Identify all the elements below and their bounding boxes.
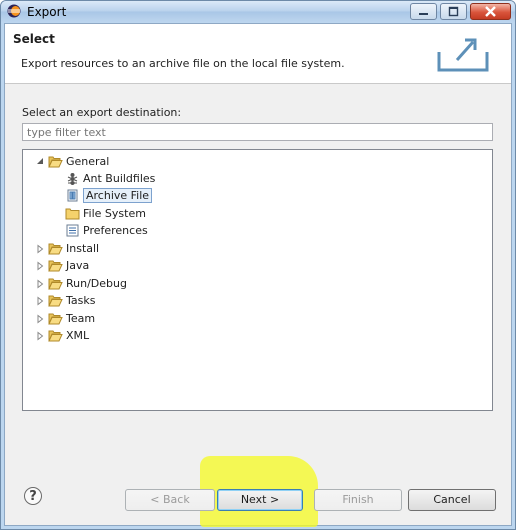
maximize-button[interactable] xyxy=(440,3,467,20)
folder-open-icon xyxy=(48,243,63,255)
ant-icon xyxy=(67,173,78,185)
page-title: Select xyxy=(13,32,55,46)
wizard-header: Select Export resources to an archive fi… xyxy=(5,24,511,84)
folder-open-icon xyxy=(48,278,63,290)
archive-file-icon xyxy=(67,189,78,202)
help-button[interactable]: ? xyxy=(24,487,42,505)
tree-node-label: Preferences xyxy=(83,224,148,237)
eclipse-icon xyxy=(7,4,21,18)
collapsed-arrow-icon[interactable] xyxy=(35,243,45,254)
collapsed-arrow-icon[interactable] xyxy=(35,260,45,271)
tree-node-archive-file[interactable]: Archive File xyxy=(65,187,153,204)
finish-button[interactable]: Finish xyxy=(314,489,402,511)
tree-node-tasks[interactable]: Tasks xyxy=(35,292,95,309)
folder-open-icon xyxy=(48,313,63,325)
tree-node-label: XML xyxy=(66,329,90,342)
tree-node-java[interactable]: Java xyxy=(35,257,89,274)
tree-node-label: Run/Debug xyxy=(66,277,127,290)
tree-node-preferences[interactable]: Preferences xyxy=(65,222,148,239)
destination-tree[interactable]: General Ant Buildfiles Archive File File… xyxy=(22,149,493,411)
minimize-button[interactable] xyxy=(410,3,437,20)
close-icon xyxy=(485,6,496,17)
collapsed-arrow-icon[interactable] xyxy=(35,278,45,289)
minimize-icon xyxy=(419,13,428,15)
folder-icon xyxy=(65,208,80,220)
folder-open-icon xyxy=(48,260,63,272)
collapsed-arrow-icon[interactable] xyxy=(35,295,45,306)
tree-node-team[interactable]: Team xyxy=(35,310,95,327)
folder-open-icon xyxy=(48,295,63,307)
tree-node-label: General xyxy=(66,155,110,168)
tree-node-file-system[interactable]: File System xyxy=(65,205,146,222)
tree-node-label: File System xyxy=(83,207,146,220)
export-dialog: Export Select Export resources to an arc… xyxy=(0,0,516,530)
back-button[interactable]: < Back xyxy=(125,489,215,511)
next-button[interactable]: Next > xyxy=(217,489,303,511)
export-wizard-banner-icon xyxy=(437,38,489,72)
tree-node-ant-buildfiles[interactable]: Ant Buildfiles xyxy=(65,170,155,187)
tree-node-general[interactable]: General xyxy=(35,153,109,170)
expanded-arrow-icon[interactable] xyxy=(35,157,45,167)
tree-node-label: Java xyxy=(66,259,90,272)
window-title: Export xyxy=(27,5,67,19)
maximize-icon xyxy=(448,6,459,17)
tree-node-label: Tasks xyxy=(66,294,96,307)
page-description: Export resources to an archive file on t… xyxy=(21,57,345,70)
collapsed-arrow-icon[interactable] xyxy=(35,313,45,324)
folder-open-icon xyxy=(48,330,63,342)
tree-node-label: Team xyxy=(66,312,96,325)
tree-node-label: Install xyxy=(66,242,100,255)
tree-node-xml[interactable]: XML xyxy=(35,327,89,344)
tree-node-run-debug[interactable]: Run/Debug xyxy=(35,275,127,292)
title-bar[interactable]: Export xyxy=(1,1,515,22)
filter-input[interactable] xyxy=(22,123,493,141)
dialog-content: Select Export resources to an archive fi… xyxy=(4,23,512,527)
close-button[interactable] xyxy=(470,3,511,20)
collapsed-arrow-icon[interactable] xyxy=(35,330,45,341)
cancel-button[interactable]: Cancel xyxy=(408,489,496,511)
folder-open-icon xyxy=(48,156,63,168)
tree-node-label: Ant Buildfiles xyxy=(83,172,156,185)
export-destination-label: Select an export destination: xyxy=(22,106,182,119)
tree-node-label: Archive File xyxy=(83,188,153,203)
tree-node-install[interactable]: Install xyxy=(35,240,99,257)
preferences-icon xyxy=(66,224,79,237)
